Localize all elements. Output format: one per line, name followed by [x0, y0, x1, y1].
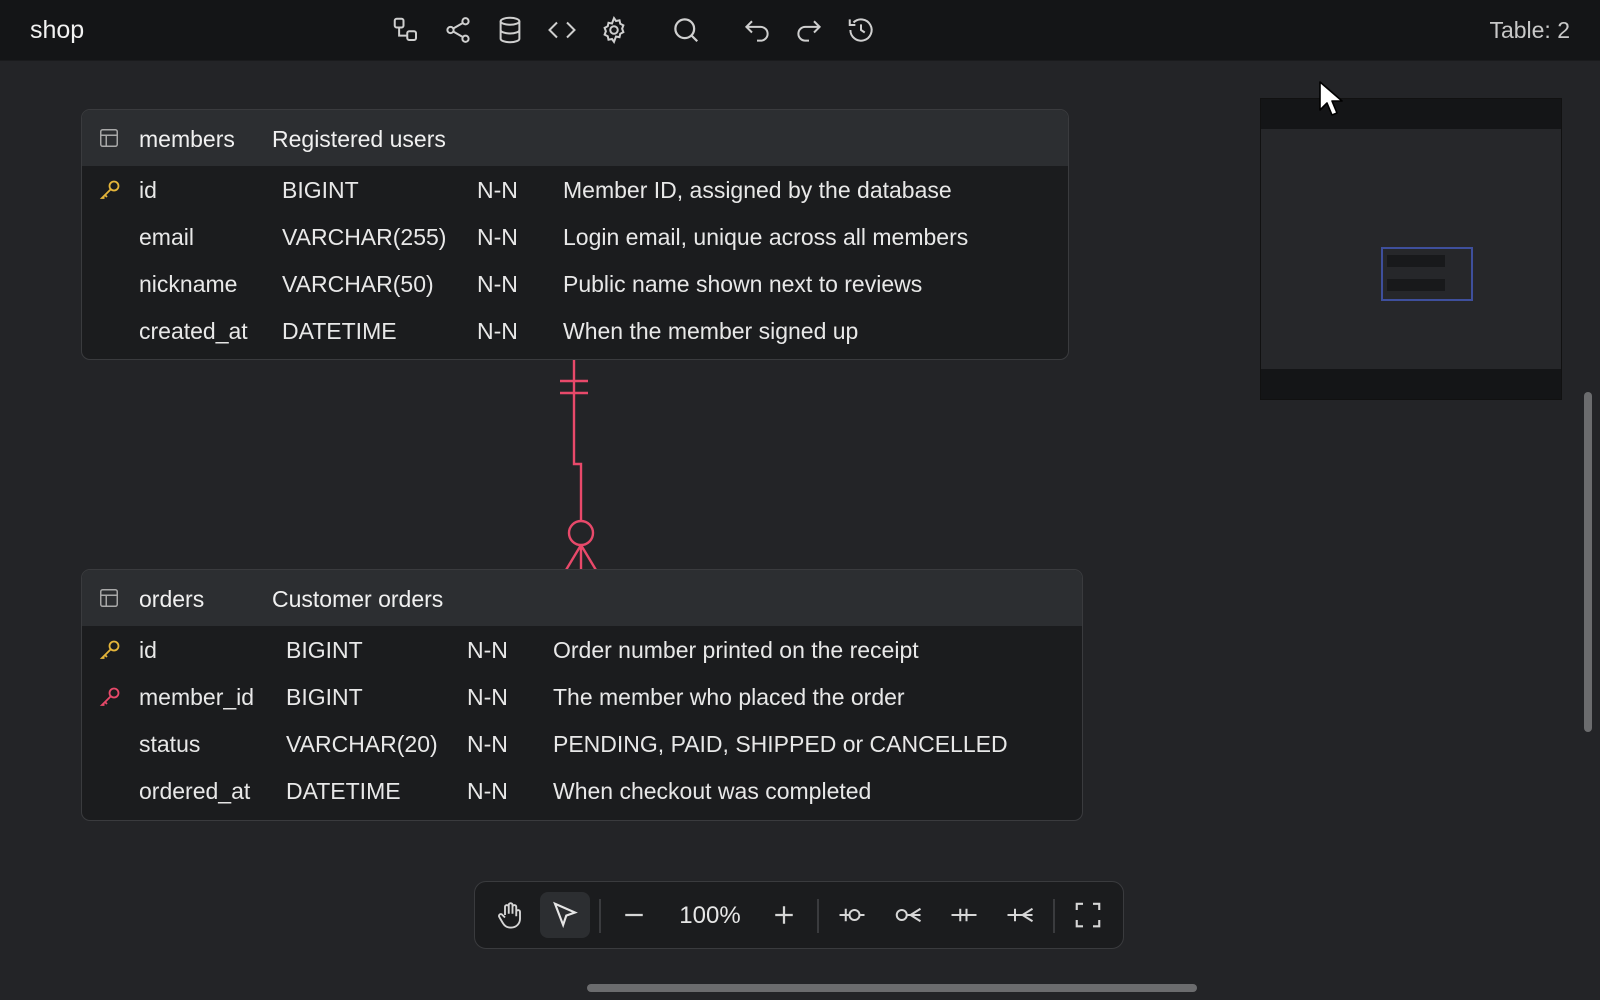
minimap[interactable]	[1260, 98, 1562, 400]
column-comment: When the member signed up	[563, 318, 859, 344]
zoom-in-icon	[775, 906, 793, 924]
column-comment: Login email, unique across all members	[563, 224, 969, 250]
gear-icon[interactable]	[594, 10, 634, 50]
column-type: BIGINT	[282, 177, 359, 203]
column-nullability: N-N	[467, 637, 508, 663]
column-type: VARCHAR(255)	[282, 224, 447, 250]
column-type: BIGINT	[286, 637, 363, 663]
top-bar: shop Table: 2	[0, 0, 1600, 61]
column-nullability: N-N	[477, 318, 518, 344]
column-comment: PENDING, PAID, SHIPPED or CANCELLED	[553, 731, 1008, 757]
select-tool-button[interactable]	[540, 892, 590, 938]
column-row[interactable]: id BIGINT N-N Order number printed on th…	[82, 626, 1082, 673]
relation-one-many-button[interactable]	[995, 892, 1045, 938]
database-icon[interactable]	[490, 10, 530, 50]
canvas-toolbar: 100%	[474, 881, 1124, 949]
one-to-one-icon	[951, 908, 977, 922]
column-type: VARCHAR(20)	[286, 731, 438, 757]
column-name: nickname	[139, 271, 238, 297]
relation-one-one-button[interactable]	[939, 892, 989, 938]
minimap-footer	[1261, 369, 1561, 399]
table-header[interactable]: members Registered users	[82, 110, 1068, 166]
column-name: member_id	[139, 684, 255, 710]
relationship-icon[interactable]	[386, 10, 426, 50]
column-row[interactable]: status VARCHAR(20) N-N PENDING, PAID, SH…	[82, 720, 1082, 767]
column-nullability: N-N	[467, 684, 508, 710]
vertical-scrollbar[interactable]	[1584, 392, 1592, 732]
minimap-viewport[interactable]	[1381, 247, 1473, 301]
search-icon[interactable]	[666, 10, 706, 50]
minimap-header	[1261, 99, 1561, 129]
column-nullability: N-N	[467, 778, 508, 804]
column-comment: Public name shown next to reviews	[563, 271, 923, 297]
zoom-out-icon	[625, 913, 643, 917]
fullscreen-icon	[1075, 902, 1101, 928]
one-to-zero-icon	[839, 908, 865, 922]
column-comment: Order number printed on the receipt	[553, 637, 919, 663]
column-row[interactable]: id BIGINT N-N Member ID, assigned by the…	[82, 166, 1068, 213]
relation-zero-many-button[interactable]	[883, 892, 933, 938]
column-name: created_at	[139, 318, 248, 344]
column-type: BIGINT	[286, 684, 363, 710]
code-icon[interactable]	[542, 10, 582, 50]
fullscreen-button[interactable]	[1063, 892, 1113, 938]
table-header[interactable]: orders Customer orders	[82, 570, 1082, 626]
history-icon[interactable]	[841, 10, 881, 50]
column-name: id	[139, 177, 157, 203]
column-row[interactable]: email VARCHAR(255) N-N Login email, uniq…	[82, 213, 1068, 260]
column-nullability: N-N	[467, 731, 508, 757]
table-icon	[100, 589, 118, 607]
table-name: orders	[139, 586, 205, 612]
column-comment: The member who placed the order	[553, 684, 905, 710]
table-name: members	[139, 126, 235, 152]
table-count: Table: 2	[1489, 17, 1570, 43]
table-description: Customer orders	[272, 586, 444, 612]
one-or-many-icon	[1007, 907, 1034, 923]
toolbar-divider	[1053, 899, 1055, 933]
share-icon[interactable]	[438, 10, 478, 50]
redo-icon[interactable]	[789, 10, 829, 50]
column-nullability: N-N	[477, 177, 518, 203]
hand-icon	[498, 902, 521, 929]
column-comment: Member ID, assigned by the database	[563, 177, 952, 203]
horizontal-scrollbar[interactable]	[587, 984, 1197, 992]
table-icon	[100, 129, 118, 147]
zoom-level: 100%	[679, 902, 741, 929]
table-members[interactable]: members Registered users id BIGINT N-N M…	[81, 109, 1069, 360]
minimap-table	[1387, 255, 1445, 267]
column-comment: When checkout was completed	[553, 778, 872, 804]
column-row[interactable]: nickname VARCHAR(50) N-N Public name sho…	[82, 260, 1068, 307]
undo-icon[interactable]	[737, 10, 777, 50]
column-name: ordered_at	[139, 778, 251, 804]
column-nullability: N-N	[477, 224, 518, 250]
zero-or-many-icon	[895, 907, 922, 923]
relation-zero-one-button[interactable]	[827, 892, 877, 938]
table-description: Registered users	[272, 126, 446, 152]
column-row[interactable]: ordered_at DATETIME N-N When checkout wa…	[82, 767, 1082, 814]
hand-tool-button[interactable]	[485, 892, 535, 938]
pointer-icon	[553, 901, 578, 929]
mouse-cursor-icon	[1319, 81, 1343, 116]
minimap-table	[1387, 279, 1445, 291]
column-type: DATETIME	[282, 318, 397, 344]
project-title: shop	[30, 16, 85, 44]
zoom-out-button[interactable]	[609, 892, 659, 938]
column-type: DATETIME	[286, 778, 401, 804]
column-row[interactable]: created_at DATETIME N-N When the member …	[82, 307, 1068, 354]
foreign-key-icon	[99, 687, 120, 706]
primary-key-icon	[99, 640, 120, 659]
column-nullability: N-N	[477, 271, 518, 297]
column-name: id	[139, 637, 157, 663]
column-row[interactable]: member_id BIGINT N-N The member who plac…	[82, 673, 1082, 720]
column-type: VARCHAR(50)	[282, 271, 434, 297]
zoom-in-button[interactable]	[759, 892, 809, 938]
table-orders[interactable]: orders Customer orders id BIGINT N-N Ord…	[81, 569, 1083, 821]
column-name: email	[139, 224, 194, 250]
column-name: status	[139, 731, 201, 757]
toolbar-divider	[817, 899, 819, 933]
primary-key-icon	[99, 180, 120, 199]
toolbar-divider	[599, 899, 601, 933]
